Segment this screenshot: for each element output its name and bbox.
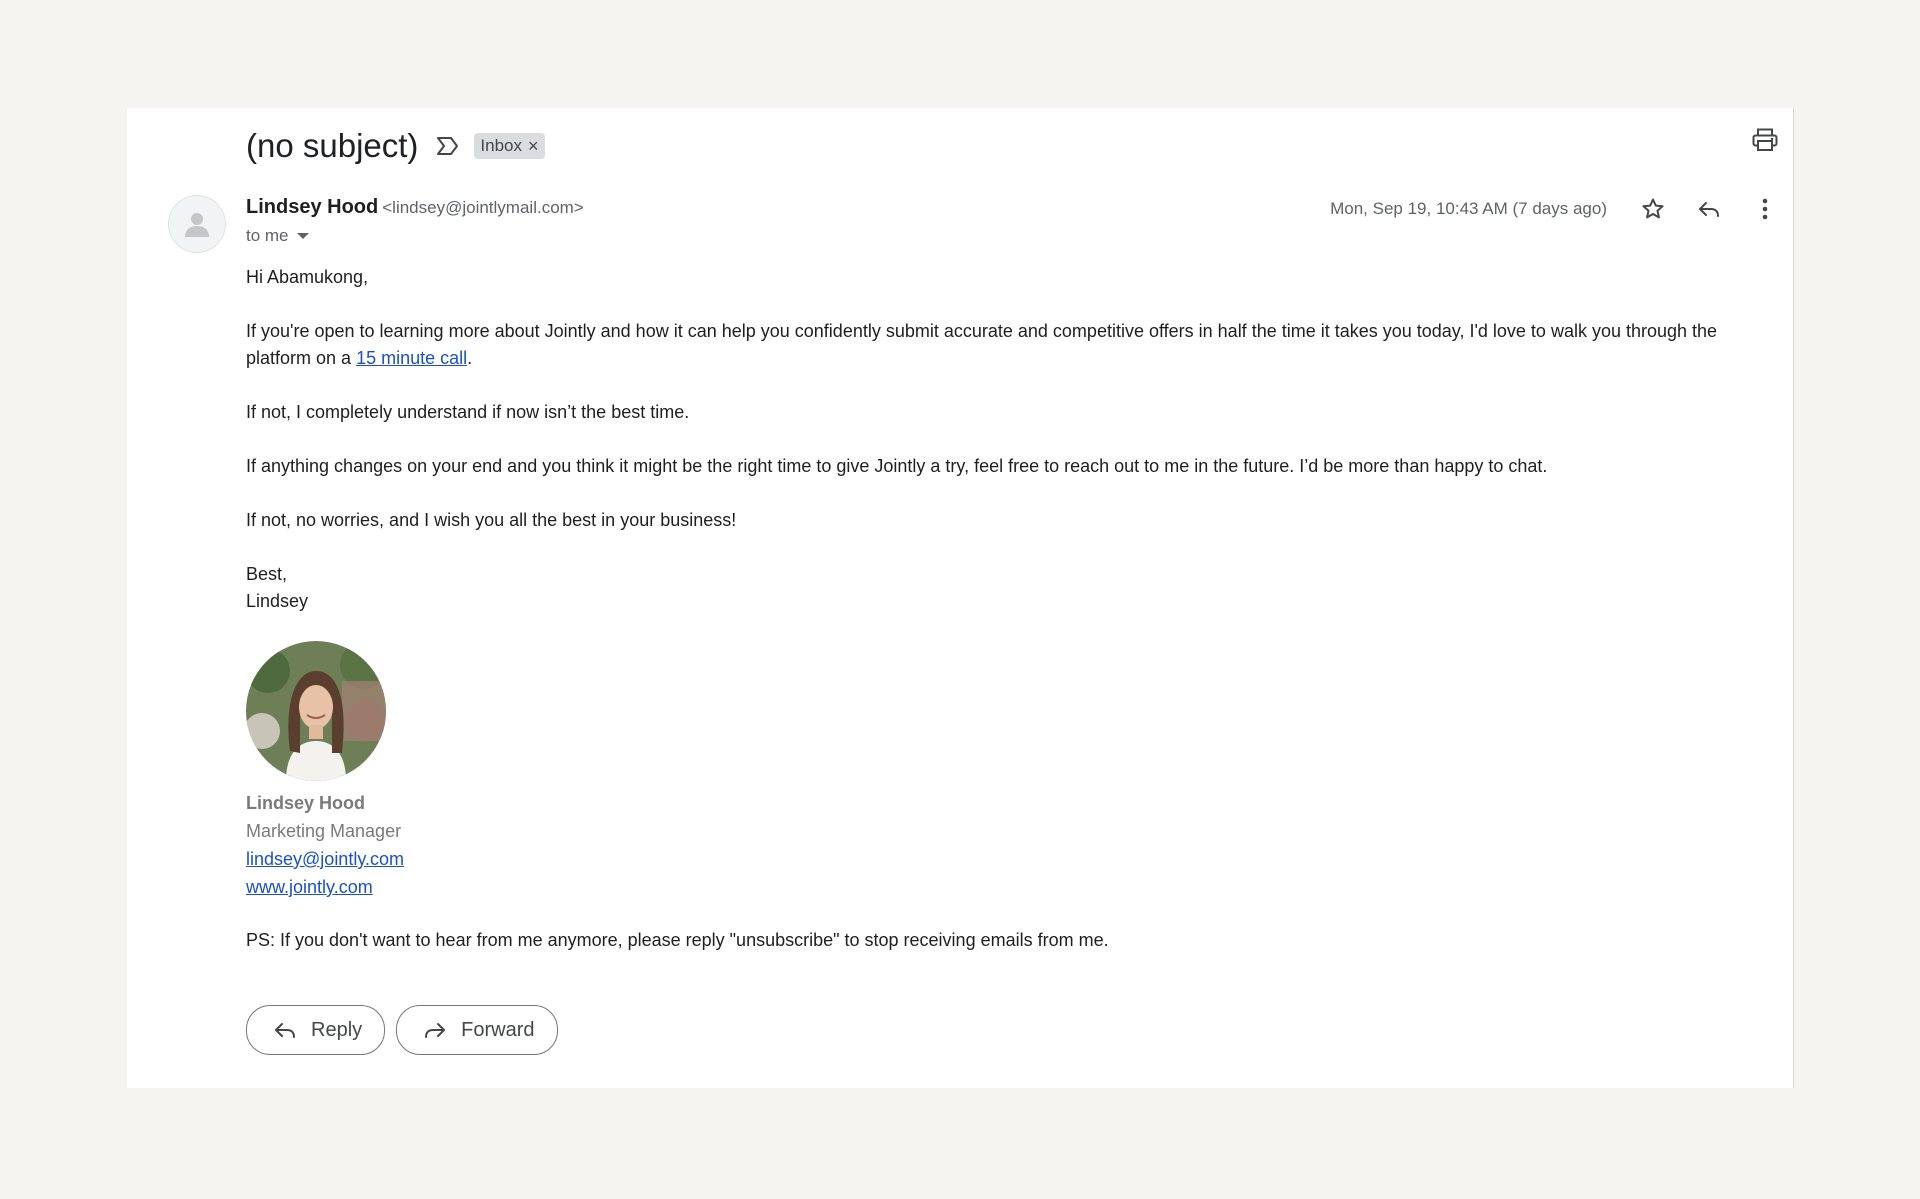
paragraph-intro-end: . [467,348,473,368]
sender-name[interactable]: Lindsey Hood [246,196,378,219]
forward-icon [423,1018,447,1042]
star-icon[interactable] [1625,186,1681,232]
email-actions: Reply Forward [246,1005,569,1055]
remove-label-icon[interactable]: × [528,137,539,155]
reply-icon [273,1018,297,1042]
signature-email-link[interactable]: lindsey@jointly.com [246,845,1726,873]
closing-line: Best, [246,564,288,584]
sender-avatar[interactable] [168,195,226,253]
sender-email: <lindsey@jointlymail.com> [382,198,584,217]
inbox-label-chip: Inbox × [474,133,545,159]
recipient-label: to me [246,226,289,245]
signature-title: Marketing Manager [246,821,402,841]
forward-button-label: Forward [461,1018,535,1041]
reply-button-label: Reply [311,1018,363,1041]
paragraph-changes: If anything changes on your end and you … [246,456,1548,476]
person-icon [185,213,209,237]
paragraph-intro: If you're open to learning more about Jo… [246,318,1726,372]
subject-row: (no subject) Inbox × [246,116,545,176]
sender-row: Lindsey Hood <lindsey@jointlymail.com> [246,196,584,219]
closing-name: Lindsey [246,591,309,611]
inbox-label-text: Inbox [480,136,523,155]
chevron-down-icon [296,233,309,239]
signature-website-link[interactable]: www.jointly.com [246,873,1726,901]
greeting: Hi Abamukong, [246,267,369,287]
print-icon[interactable] [1747,122,1783,158]
email-date: Mon, Sep 19, 10:43 AM (7 days ago) [1330,199,1607,218]
postscript: PS: If you don't want to hear from me an… [246,930,1109,950]
email-body: Hi Abamukong, If you're open to learning… [246,264,1726,981]
signature-name: Lindsey Hood [246,793,366,813]
closing: Best, Lindsey [246,561,1726,615]
email-card: (no subject) Inbox × Lindsey Hood <linds… [127,108,1794,1088]
forward-button[interactable]: Forward [396,1005,558,1055]
label-important-icon[interactable] [436,133,462,159]
paragraph-wishes: If not, no worries, and I wish you all t… [246,510,737,530]
email-meta: Mon, Sep 19, 10:43 AM (7 days ago) [1330,186,1793,232]
recipient-details-toggle[interactable]: to me [246,226,309,246]
paragraph-understand: If not, I completely understand if now i… [246,402,690,422]
reply-icon[interactable] [1681,186,1737,232]
signature-photo [246,641,386,781]
call-link[interactable]: 15 minute call [356,348,467,368]
more-vert-icon[interactable] [1737,186,1793,232]
email-subject: (no subject) [246,127,419,164]
reply-button[interactable]: Reply [246,1005,386,1055]
